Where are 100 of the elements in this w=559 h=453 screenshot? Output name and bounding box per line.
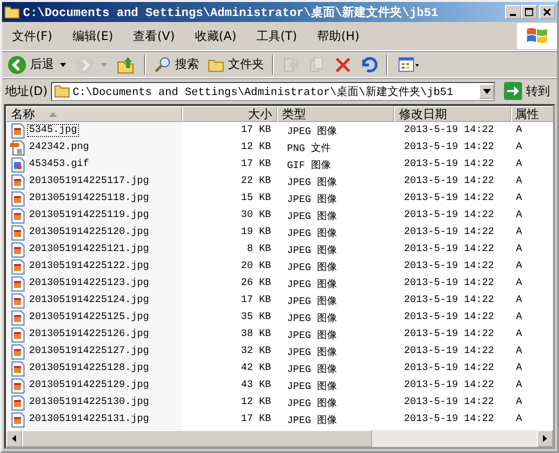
picture-file-icon [10,276,26,292]
menu-item[interactable]: 查看(V) [127,26,181,46]
folder-up-icon [116,54,136,74]
file-attributes: A [515,244,524,255]
menu-item[interactable]: 编辑(E) [66,26,120,46]
right-arrow-icon [543,435,547,442]
file-name[interactable]: 2013051914225121.jpg [27,243,152,256]
minimize-button[interactable] [505,5,521,19]
modified-date: 2013-5-19 14:22 [403,312,496,323]
file-size: 17 KB [240,295,272,306]
file-name[interactable]: 2013051914225130.jpg [27,396,152,409]
menu-item[interactable]: 帮助(H) [311,26,366,46]
column-header[interactable]: 属性 [511,106,553,122]
file-name[interactable]: 2013051914225120.jpg [27,226,152,239]
file-size: 8 KB [246,244,272,255]
file-size: 32 KB [240,346,272,357]
file-attributes: A [515,346,524,357]
file-attributes: A [515,380,524,391]
file-size: 12 KB [240,142,272,153]
modified-date: 2013-5-19 14:22 [403,142,496,153]
file-name[interactable]: 2013051914225118.jpg [27,192,152,205]
maximize-icon [524,8,534,16]
file-size: 26 KB [240,278,272,289]
back-button[interactable]: 后退 [4,54,57,76]
file-size: 35 KB [240,312,272,323]
go-button[interactable]: 转到 [498,82,554,100]
modified-date: 2013-5-19 14:22 [403,176,496,187]
file-type: JPEG 图像 [286,227,338,240]
dropdown-arrow-icon[interactable] [60,62,66,66]
modified-date: 2013-5-19 14:22 [403,244,496,255]
file-name[interactable]: 2013051914225128.jpg [27,362,152,375]
file-name[interactable]: 2013051914225122.jpg [27,260,152,273]
modified-date: 2013-5-19 14:22 [403,346,496,357]
file-attributes: A [515,278,524,289]
file-size: 22 KB [240,176,272,187]
picture-file-icon [10,310,26,326]
modified-date: 2013-5-19 14:22 [403,363,496,374]
dropdown-arrow-icon [482,88,490,94]
folder-icon [54,84,70,98]
close-icon [542,8,552,16]
modified-date: 2013-5-19 14:22 [403,193,496,204]
file-name[interactable]: 2013051914225127.jpg [27,345,152,358]
file-name[interactable]: 453453.gif [27,158,92,171]
file-type: JPEG 图像 [286,397,338,410]
dropdown-button[interactable] [479,84,494,98]
file-size: 43 KB [240,380,272,391]
picture-file-icon [10,224,26,240]
menu-item[interactable]: 文件(F) [6,26,58,46]
search-icon [154,56,172,74]
picture-file-icon [10,292,26,308]
address-field[interactable]: C:\Documents and Settings\Administrator\桌面\新建文件夹\jb51 [50,82,495,100]
file-name[interactable]: 2013051914225124.jpg [27,294,152,307]
scrollbar-thumb[interactable] [22,430,372,447]
modified-date: 2013-5-19 14:22 [403,397,496,408]
file-name[interactable]: 2013051914225126.jpg [27,328,152,341]
file-size: 19 KB [240,227,272,238]
scroll-left-button[interactable] [6,430,22,447]
folder-icon [4,5,20,19]
file-type: GIF 图像 [286,159,332,172]
file-attributes: A [515,142,524,153]
file-name[interactable]: 2013051914225117.jpg [27,175,152,188]
file-name[interactable]: 5345.jpg [27,124,80,137]
modified-date: 2013-5-19 14:22 [403,380,496,391]
horizontal-scrollbar[interactable] [6,430,553,447]
picture-file-icon [10,242,26,258]
file-name[interactable]: 242342.png [27,141,92,154]
file-name[interactable]: 2013051914225129.jpg [27,379,152,392]
file-type: JPEG 图像 [286,346,338,358]
file-name[interactable]: 2013051914225131.jpg [27,413,152,426]
modified-date: 2013-5-19 14:22 [403,329,496,340]
close-button[interactable] [539,5,555,19]
file-type: JPEG 图像 [286,193,338,206]
column-header[interactable]: 大小 [182,106,277,122]
file-name[interactable]: 2013051914225123.jpg [27,277,152,290]
file-attributes: A [515,329,524,340]
views-icon [396,56,422,74]
picture-file-icon [10,412,26,428]
file-attributes: A [515,176,524,187]
folders-button[interactable]: 文件夹 [204,54,267,74]
file-size: 17 KB [240,125,272,136]
menu-item[interactable]: 工具(T) [250,26,304,46]
file-type: JPEG 图像 [286,125,338,138]
left-arrow-icon [12,435,16,442]
file-name[interactable]: 2013051914225119.jpg [27,209,152,222]
column-header[interactable]: 名称 [6,106,182,122]
undo-icon [360,56,378,74]
column-header[interactable]: 类型 [277,106,394,122]
menu-item[interactable]: 收藏(A) [188,26,242,46]
file-type: JPEG 图像 [286,176,338,188]
minimize-icon [510,14,516,16]
scroll-right-button[interactable] [537,430,553,447]
maximize-button[interactable] [521,5,537,19]
picture-file-icon [10,378,26,394]
image-file-icon [10,140,26,156]
search-button[interactable]: 搜索 [151,54,202,74]
file-name[interactable]: 2013051914225125.jpg [27,311,152,324]
column-header[interactable]: 修改日期 [394,106,511,122]
file-size: 20 KB [240,261,272,272]
move-icon [282,56,300,74]
picture-file-icon [10,190,26,206]
